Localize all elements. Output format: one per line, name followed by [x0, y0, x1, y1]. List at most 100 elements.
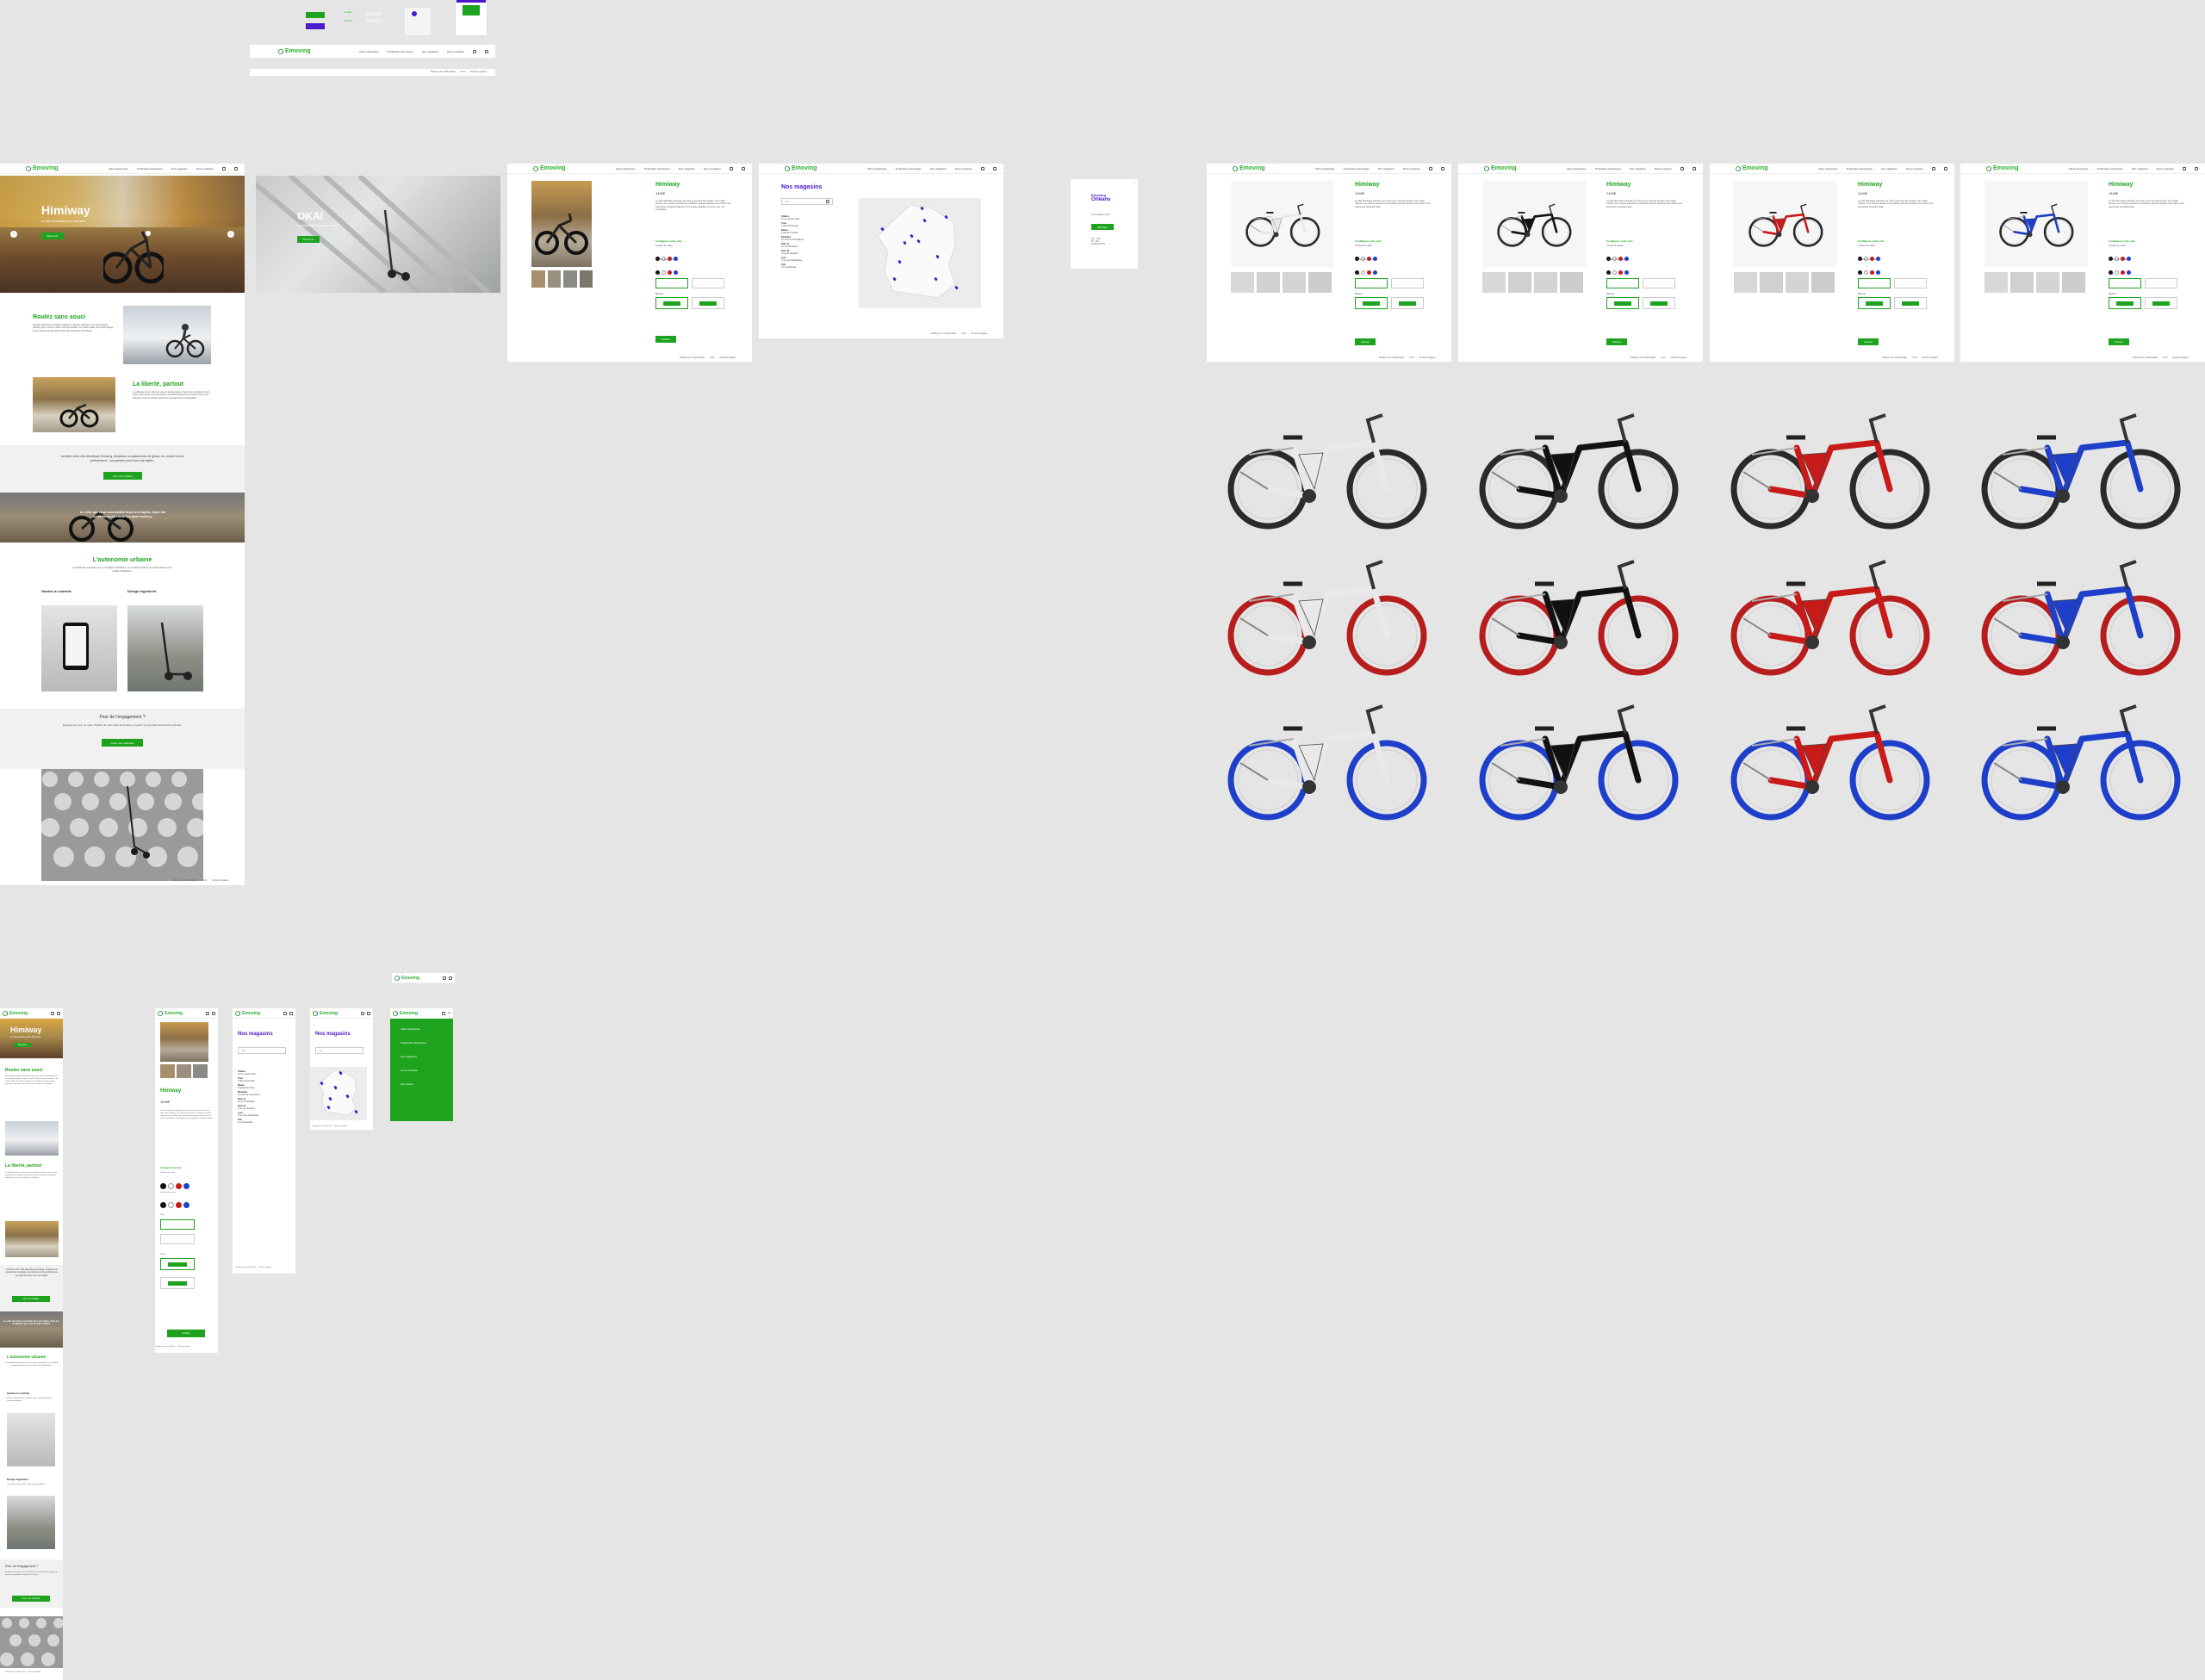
cart-icon[interactable] [2183, 166, 2186, 170]
nav-magasins[interactable]: Nos magasins [1378, 167, 1394, 170]
nav-contact[interactable]: Nous contacter [447, 50, 464, 53]
nav-trott[interactable]: Trottinettes électriques [1595, 167, 1621, 170]
swatch[interactable] [176, 1202, 182, 1208]
cart-icon[interactable] [442, 1011, 446, 1015]
swatch[interactable] [168, 1202, 174, 1208]
thumbnail[interactable] [1811, 272, 1835, 293]
nav-trott[interactable]: Trottinettes électriques [1847, 167, 1873, 170]
nav-trott[interactable]: Trottinettes électriques [896, 167, 922, 170]
swatch[interactable] [1876, 270, 1880, 275]
footer-link[interactable]: Politique de confidentialité [431, 71, 456, 73]
size-option[interactable] [692, 278, 724, 288]
footer-link[interactable]: Politique de confidentialité [1379, 356, 1404, 359]
nav-magasins[interactable]: Nos magasins [171, 167, 188, 170]
footer-link[interactable]: Politique de confidentialité [172, 879, 197, 882]
slide-cta-button[interactable]: Découvrir [297, 236, 320, 243]
thumbnail[interactable] [1760, 272, 1783, 293]
swatch[interactable] [1870, 270, 1874, 275]
store-search-input[interactable]: Ville... [315, 1047, 363, 1054]
nav-contact[interactable]: Nous contacter [196, 167, 214, 170]
size-option[interactable] [1894, 278, 1927, 288]
brand-logo[interactable]: Emoving [394, 975, 419, 981]
brand-logo[interactable]: Emoving [1233, 165, 1265, 171]
battery-option[interactable] [160, 1258, 195, 1270]
carousel-prev-icon[interactable]: ‹ [10, 231, 17, 238]
thumbnail[interactable] [177, 1064, 191, 1078]
footer-link[interactable]: Politique de confidentialité [5, 1671, 25, 1673]
swatch[interactable] [674, 257, 678, 261]
cart-icon[interactable] [981, 166, 984, 170]
footer-link[interactable]: Politique de confidentialité [1630, 356, 1655, 359]
footer-link[interactable]: Mentions légales [1419, 356, 1435, 359]
swatch[interactable] [183, 1183, 189, 1189]
footer-link[interactable]: Politique de confidentialité [236, 1267, 256, 1268]
size-option[interactable] [1355, 278, 1388, 288]
swatch[interactable] [1612, 270, 1617, 275]
battery-option[interactable] [1894, 297, 1927, 309]
nav-trott[interactable]: Trottinettes électriques [644, 167, 670, 170]
engage-button[interactable]: Louer une trottinette [102, 739, 143, 747]
footer-link[interactable]: Mentions légales [212, 879, 228, 882]
buy-button[interactable]: Acheter [167, 1330, 205, 1337]
buy-button[interactable]: Acheter [1606, 338, 1627, 345]
nav-velos[interactable]: Vélos électriques [359, 50, 379, 53]
swatch[interactable] [1618, 270, 1623, 275]
swatch[interactable] [2127, 270, 2131, 275]
footer-link[interactable]: Mentions légales [28, 1671, 40, 1673]
list-item[interactable]: Lille 14 rue Nationale [781, 263, 842, 269]
user-icon[interactable] [2195, 166, 2198, 170]
footer-link[interactable]: Mentions légales [971, 332, 987, 335]
battery-option[interactable] [1391, 297, 1424, 309]
thumbnail[interactable] [193, 1064, 208, 1078]
buy-button[interactable]: Acheter [655, 336, 676, 343]
menu-icon[interactable] [212, 1011, 215, 1015]
list-item[interactable]: Paris 15 9 rue de Vaugirard [238, 1105, 289, 1110]
swatch[interactable] [2121, 270, 2125, 275]
size-option[interactable] [2109, 278, 2141, 288]
brand-logo[interactable]: Emoving [3, 1010, 28, 1016]
swatch[interactable] [1373, 270, 1377, 275]
footer-link[interactable]: CGV [461, 71, 465, 73]
thumbnail[interactable] [2036, 272, 2059, 293]
nav-trott[interactable]: Trottinettes électriques [137, 167, 163, 170]
swatch[interactable] [1876, 257, 1880, 261]
buy-button[interactable]: Acheter [1355, 338, 1376, 345]
battery-option[interactable] [692, 297, 724, 309]
thumbnail[interactable] [547, 270, 561, 288]
footer-link[interactable]: CGV [961, 332, 966, 335]
popup-directions-button[interactable]: Itinéraire [1091, 224, 1114, 230]
cta-button[interactable]: Voir nos modèles [103, 472, 142, 480]
list-item[interactable]: Lyon 3 rue de la République [781, 257, 842, 262]
thumbnail[interactable] [563, 270, 577, 288]
swatch[interactable] [662, 270, 666, 275]
store-map[interactable] [859, 198, 981, 308]
swatch[interactable] [160, 1202, 166, 1208]
footer-link[interactable]: CGV [202, 879, 207, 882]
swatch[interactable] [176, 1183, 182, 1189]
nav-velos[interactable]: Vélos électriques [1315, 167, 1335, 170]
cart-icon[interactable] [1932, 166, 1935, 170]
cart-icon[interactable] [222, 166, 226, 170]
size-option[interactable] [1643, 278, 1675, 288]
cart-icon[interactable] [1680, 166, 1684, 170]
nav-velos[interactable]: Vélos électriques [109, 167, 128, 170]
list-item[interactable]: Lille 14 rue Nationale [238, 1119, 289, 1124]
footer-link[interactable]: Mentions légales [258, 1267, 271, 1268]
user-icon[interactable] [485, 49, 488, 53]
menu-icon[interactable] [367, 1011, 370, 1015]
menu-item-contact[interactable]: Nous contacter [401, 1069, 418, 1072]
brand-logo[interactable]: Emoving [1736, 165, 1768, 171]
nav-velos[interactable]: Vélos électriques [1567, 167, 1587, 170]
brand-logo[interactable]: Emoving [158, 1010, 183, 1016]
footer-link[interactable]: Politique de confidentialité [680, 356, 705, 359]
nav-magasins[interactable]: Nos magasins [1881, 167, 1898, 170]
brand-logo[interactable]: Emoving [235, 1010, 260, 1016]
menu-item-magasins[interactable]: Nos magasins [401, 1055, 417, 1058]
footer-link[interactable]: Mentions légales [177, 1346, 190, 1348]
menu-icon[interactable] [449, 976, 452, 980]
size-option[interactable] [1391, 278, 1424, 288]
nav-contact[interactable]: Nous contacter [955, 167, 972, 170]
brand-logo[interactable]: Emoving [1986, 165, 2019, 171]
size-option[interactable] [1858, 278, 1891, 288]
swatch[interactable] [168, 1183, 174, 1189]
